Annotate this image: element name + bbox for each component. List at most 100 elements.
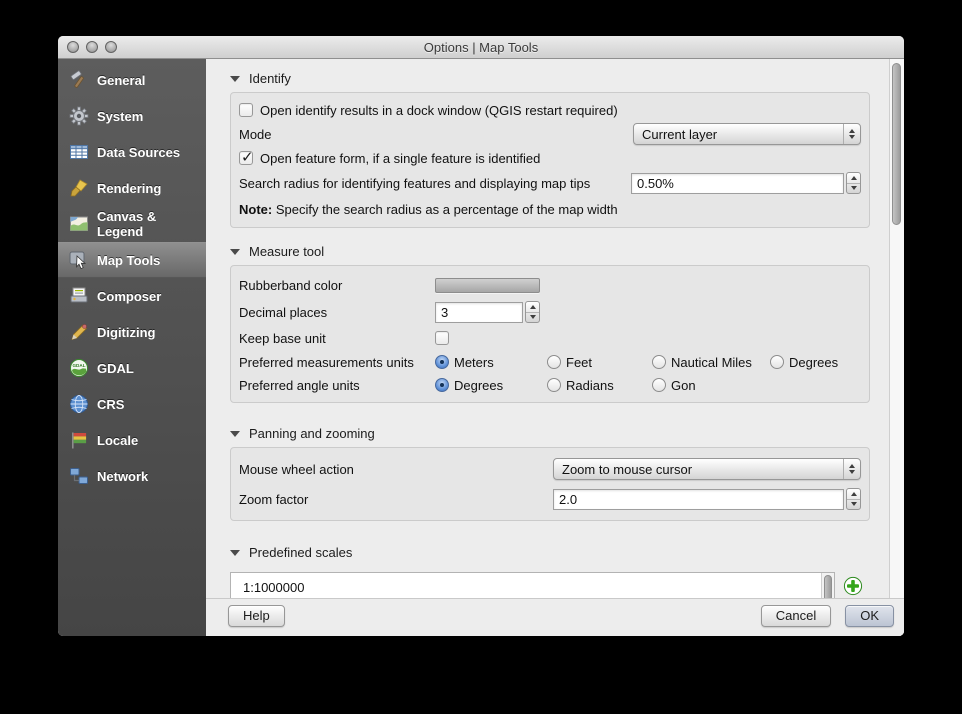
radio-label: Nautical Miles (671, 355, 752, 370)
sidebar-item-digitizing[interactable]: Digitizing (58, 314, 206, 350)
sidebar-item-label: General (97, 73, 145, 88)
sidebar-item-map-tools[interactable]: Map Tools (58, 242, 206, 278)
panning-group: Mouse wheel action Zoom to mouse cursor … (230, 447, 870, 521)
sidebar-item-canvas-legend[interactable]: Canvas & Legend (58, 206, 206, 242)
predefined-scales-list[interactable]: 1:1000000 1:500000 (230, 572, 835, 598)
paintbrush-icon (68, 177, 90, 199)
sidebar-item-label: Data Sources (97, 145, 180, 160)
ok-button[interactable]: OK (845, 605, 894, 627)
radio-gon[interactable]: Gon (652, 378, 696, 393)
rubberband-color-button[interactable] (435, 278, 540, 293)
gear-icon (68, 105, 90, 127)
radio-radians[interactable]: Radians (547, 378, 652, 393)
title-bar[interactable]: Options | Map Tools (58, 36, 904, 59)
add-scale-button[interactable] (843, 576, 863, 596)
collapse-triangle-icon[interactable] (230, 249, 240, 255)
section-title: Measure tool (249, 244, 324, 259)
radio-button[interactable] (435, 378, 449, 392)
sidebar-item-gdal[interactable]: GDAL GDAL (58, 350, 206, 386)
radio-label: Degrees (454, 378, 503, 393)
collapse-triangle-icon[interactable] (230, 550, 240, 556)
search-radius-input[interactable] (631, 173, 844, 194)
sidebar-item-label: Map Tools (97, 253, 160, 268)
radio-button[interactable] (770, 355, 784, 369)
sidebar-item-rendering[interactable]: Rendering (58, 170, 206, 206)
collapse-triangle-icon[interactable] (230, 76, 240, 82)
sidebar-item-network[interactable]: Network (58, 458, 206, 494)
mouse-wheel-dropdown[interactable]: Zoom to mouse cursor (553, 458, 861, 480)
main-scrollbar-thumb[interactable] (892, 63, 901, 225)
traffic-lights (67, 41, 117, 53)
section-header-panning[interactable]: Panning and zooming (230, 426, 889, 441)
sidebar-item-label: Canvas & Legend (97, 209, 202, 239)
radio-button[interactable] (547, 355, 561, 369)
dock-window-checkbox[interactable] (239, 103, 253, 117)
dock-window-label: Open identify results in a dock window (… (260, 103, 618, 118)
zoom-factor-stepper[interactable] (846, 488, 861, 510)
flag-icon (68, 429, 90, 451)
sidebar-item-locale[interactable]: Locale (58, 422, 206, 458)
section-title: Predefined scales (249, 545, 352, 560)
radio-label: Gon (671, 378, 696, 393)
decimal-places-input[interactable] (435, 302, 523, 323)
zoom-factor-input[interactable] (553, 489, 844, 510)
list-scrollbar[interactable] (821, 573, 834, 598)
feature-form-label: Open feature form, if a single feature i… (260, 151, 540, 166)
mouse-wheel-value: Zoom to mouse cursor (554, 462, 843, 477)
search-radius-stepper[interactable] (846, 172, 861, 194)
section-header-identify[interactable]: Identify (230, 71, 889, 86)
keep-base-unit-checkbox[interactable] (435, 331, 449, 345)
close-window-button[interactable] (67, 41, 79, 53)
sidebar: General System Data Sources Rendering Ca… (58, 59, 206, 636)
sidebar-item-label: Composer (97, 289, 161, 304)
pencil-icon (68, 321, 90, 343)
map-canvas-icon (68, 213, 90, 235)
radio-degrees-units[interactable]: Degrees (770, 355, 838, 370)
options-dialog: Options | Map Tools General System Data … (58, 36, 904, 636)
sidebar-item-label: GDAL (97, 361, 134, 376)
angle-units-label: Preferred angle units (239, 378, 435, 393)
sidebar-item-crs[interactable]: CRS (58, 386, 206, 422)
zoom-window-button[interactable] (105, 41, 117, 53)
scale-list-item[interactable]: 1:500000 (243, 597, 820, 598)
help-button[interactable]: Help (228, 605, 285, 627)
scale-list-item[interactable]: 1:1000000 (243, 579, 820, 597)
radio-button[interactable] (547, 378, 561, 392)
feature-form-checkbox[interactable] (239, 151, 253, 165)
decimal-places-stepper[interactable] (525, 301, 540, 323)
radio-button[interactable] (652, 355, 666, 369)
network-icon (68, 465, 90, 487)
radio-nautical-miles[interactable]: Nautical Miles (652, 355, 770, 370)
radio-label: Feet (566, 355, 592, 370)
radio-feet[interactable]: Feet (547, 355, 652, 370)
mode-label: Mode (239, 127, 272, 142)
radio-button[interactable] (435, 355, 449, 369)
list-scrollbar-thumb[interactable] (824, 575, 832, 598)
measurement-units-label: Preferred measurements units (239, 355, 435, 370)
chevron-updown-icon (843, 124, 860, 144)
sidebar-item-data-sources[interactable]: Data Sources (58, 134, 206, 170)
cancel-button[interactable]: Cancel (761, 605, 831, 627)
sidebar-item-system[interactable]: System (58, 98, 206, 134)
section-header-scales[interactable]: Predefined scales (230, 545, 889, 560)
mode-dropdown[interactable]: Current layer (633, 123, 861, 145)
section-header-measure-tool[interactable]: Measure tool (230, 244, 889, 259)
section-title: Panning and zooming (249, 426, 375, 441)
globe-icon (68, 393, 90, 415)
sidebar-item-composer[interactable]: Composer (58, 278, 206, 314)
radio-label: Degrees (789, 355, 838, 370)
sidebar-item-label: Digitizing (97, 325, 156, 340)
radio-label: Radians (566, 378, 614, 393)
radio-button[interactable] (652, 378, 666, 392)
hammer-icon (68, 69, 90, 91)
sidebar-item-label: Rendering (97, 181, 161, 196)
sidebar-item-general[interactable]: General (58, 62, 206, 98)
minimize-window-button[interactable] (86, 41, 98, 53)
collapse-triangle-icon[interactable] (230, 431, 240, 437)
main-scrollbar[interactable] (889, 59, 904, 598)
radio-degrees-angle[interactable]: Degrees (435, 378, 547, 393)
sidebar-item-label: Network (97, 469, 148, 484)
radio-meters[interactable]: Meters (435, 355, 547, 370)
gdal-icon: GDAL (68, 357, 90, 379)
cursor-icon (68, 249, 90, 271)
